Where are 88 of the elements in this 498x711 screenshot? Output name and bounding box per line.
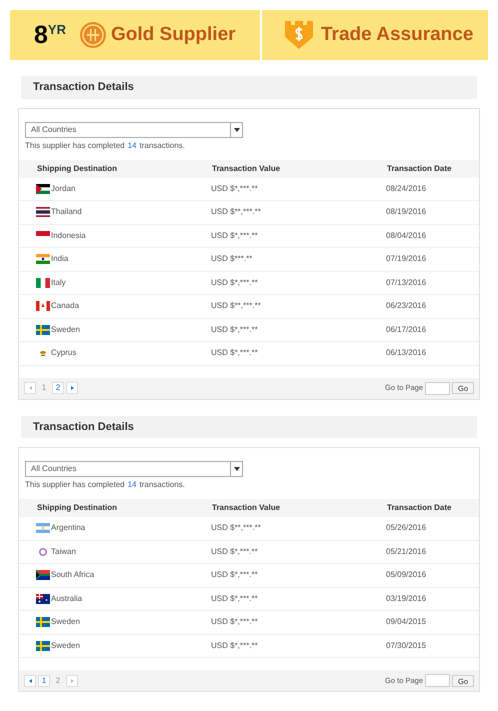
transaction-value: USD $*,***.** — [211, 569, 259, 582]
transaction-value: USD $*,***.** — [211, 592, 259, 605]
flag-icon — [36, 594, 50, 604]
next-page-button[interactable] — [66, 382, 78, 394]
page-button[interactable]: 2 — [52, 382, 64, 394]
years-unit: YR — [48, 22, 66, 36]
section-header: Transaction Details — [21, 76, 477, 98]
years-number: 8 — [34, 22, 48, 48]
country-name: Sweden — [51, 616, 80, 628]
country-name: Sweden — [51, 324, 80, 336]
flag-icon — [36, 301, 50, 312]
transaction-value: USD $*,***.** — [211, 276, 259, 289]
right-arrow-icon — [70, 386, 74, 390]
column-header: Transaction Value — [212, 502, 282, 514]
page-number-field[interactable] — [425, 382, 450, 394]
country-dropdown[interactable]: All Countries — [25, 461, 243, 477]
column-header: Shipping Destination — [37, 502, 118, 514]
summary-text: transactions. — [140, 140, 185, 152]
country-name: Italy — [51, 276, 66, 289]
flag-icon — [36, 324, 50, 335]
flag-icon — [36, 184, 50, 194]
summary-text: transactions. — [140, 479, 185, 491]
country-name: Sweden — [51, 640, 80, 652]
transaction-date: 09/04/2015 — [386, 616, 428, 628]
column-header: Shipping Destination — [37, 162, 118, 174]
transaction-value: USD $*,***.** — [211, 347, 259, 360]
transaction-date: 05/26/2016 — [386, 522, 428, 534]
transaction-value: USD $*,***.** — [211, 182, 259, 195]
caret-icon — [234, 128, 240, 132]
previous-page-button[interactable] — [24, 674, 36, 686]
flag-icon — [36, 640, 50, 651]
column-header: Transaction Value — [212, 162, 282, 174]
transaction-value: USD $**,***.** — [211, 300, 262, 312]
country-name: Indonesia — [51, 230, 86, 242]
left-arrow-icon — [28, 386, 32, 390]
transaction-value: USD $**,***.** — [211, 522, 262, 534]
flag-icon — [36, 570, 50, 580]
column-header: Transaction Date — [387, 162, 452, 174]
flag-icon — [36, 207, 50, 218]
transaction-date: 05/09/2016 — [386, 569, 428, 582]
section-header: Transaction Details — [21, 416, 477, 438]
country-name: Cyprus — [51, 347, 76, 360]
transaction-date: 06/23/2016 — [386, 300, 428, 312]
transaction-value: USD $**,***.** — [211, 206, 262, 218]
flag-icon — [36, 278, 50, 288]
transaction-date: 07/13/2016 — [386, 276, 428, 289]
transaction-date: 03/19/2016 — [386, 592, 428, 605]
transaction-value: USD $*,***.** — [211, 230, 259, 242]
shield-dollar-icon — [284, 21, 314, 49]
transaction-date: 06/13/2016 — [386, 347, 428, 360]
transaction-value: USD $*,***.** — [211, 616, 259, 628]
trade-assurance-label: Trade Assurance — [321, 22, 474, 47]
transaction-date: 08/24/2016 — [386, 182, 428, 195]
flag-icon — [36, 523, 50, 534]
transaction-date: 06/17/2016 — [386, 324, 428, 336]
transaction-date: 07/30/2015 — [386, 640, 428, 652]
flag-icon — [36, 254, 50, 264]
transaction-count: 14 — [128, 479, 137, 491]
supplier-status-label: Gold Supplier — [110, 22, 236, 47]
transaction-date: 08/04/2016 — [386, 230, 428, 242]
transaction-value: USD $***.** — [211, 253, 254, 266]
transaction-value: USD $*,***.** — [211, 640, 259, 652]
flag-icon — [36, 546, 50, 557]
coin-icon — [80, 22, 106, 48]
transaction-value: USD $*,***.** — [211, 546, 259, 558]
transaction-value: USD $*,***.** — [211, 324, 259, 336]
country-name: Taiwan — [51, 546, 76, 558]
right-arrow-icon — [70, 678, 74, 682]
country-name: Australia — [51, 592, 82, 605]
column-header: Transaction Date — [387, 502, 452, 514]
transaction-date: 05/21/2016 — [386, 546, 428, 558]
page-button[interactable]: 1 — [38, 674, 50, 686]
transaction-date: 07/19/2016 — [386, 253, 428, 266]
country-name: Argentina — [51, 522, 86, 534]
page-number-field[interactable] — [425, 674, 450, 687]
transaction-date: 08/19/2016 — [386, 206, 428, 218]
country-name: Jordan — [51, 182, 76, 195]
country-name: Thailand — [51, 206, 82, 218]
summary-text: This supplier has completed — [25, 140, 125, 152]
country-name: India — [51, 253, 68, 266]
country-name: Canada — [51, 300, 80, 312]
transaction-count: 14 — [128, 140, 137, 152]
country-dropdown[interactable]: All Countries — [25, 122, 243, 138]
left-arrow-icon — [28, 678, 32, 682]
summary-text: This supplier has completed — [25, 479, 125, 491]
country-name: South Africa — [51, 569, 94, 582]
caret-icon — [234, 467, 240, 471]
flag-icon — [36, 617, 50, 628]
